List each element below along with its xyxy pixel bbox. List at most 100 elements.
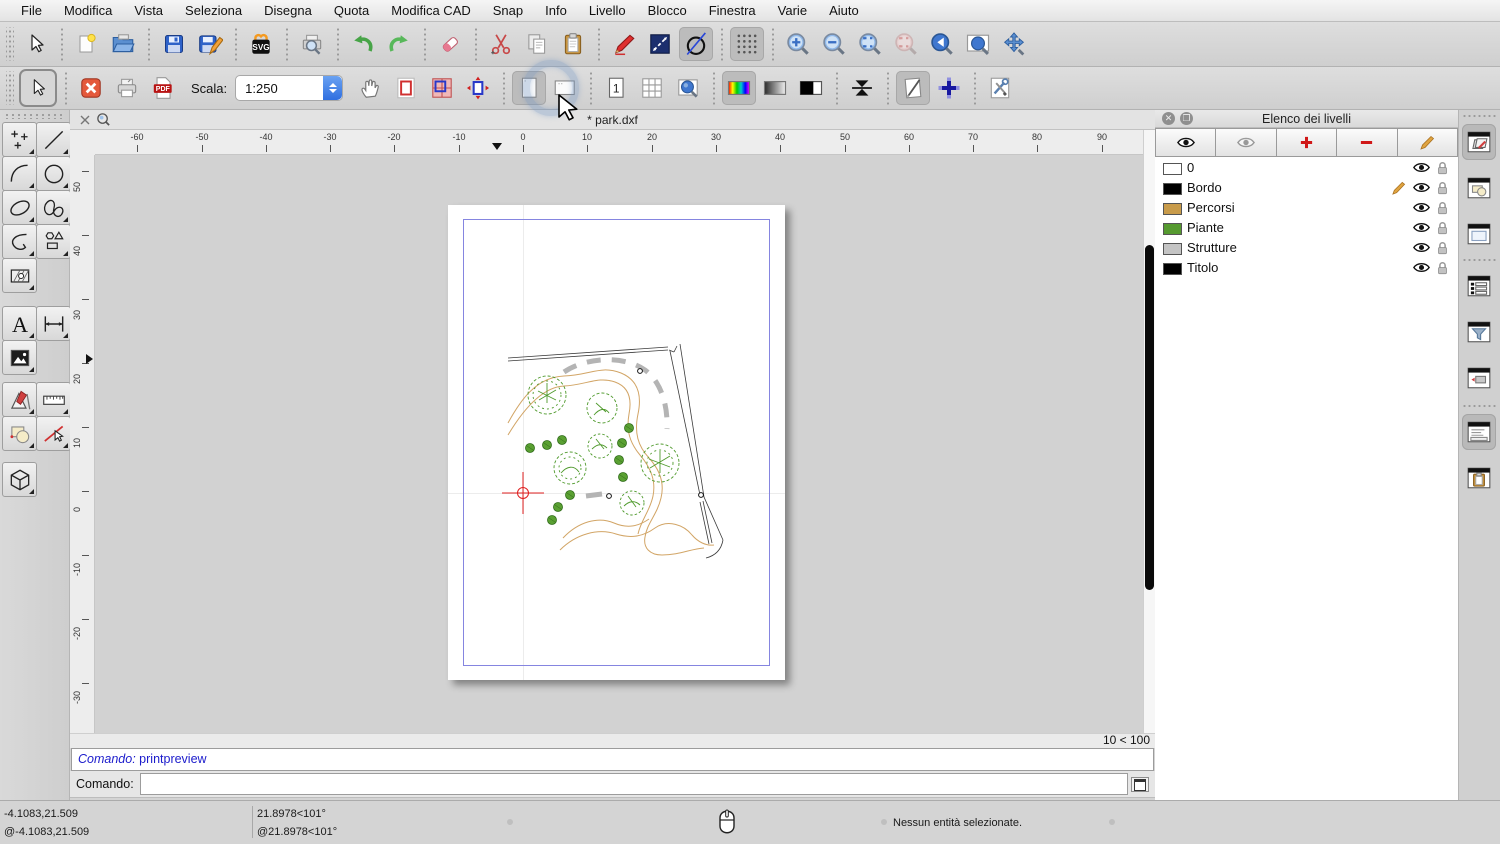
edit-layer-button[interactable]: [1398, 128, 1458, 157]
circle-tool-button[interactable]: [36, 156, 71, 191]
dock-command-line-button[interactable]: [1462, 414, 1496, 450]
arc-tool-button[interactable]: [2, 156, 37, 191]
eraser-button[interactable]: [433, 27, 467, 61]
stepper-icon[interactable]: [323, 76, 342, 100]
dock-block-panel-button[interactable]: [1462, 170, 1496, 206]
add-layer-button[interactable]: [1277, 128, 1337, 157]
scale-combobox[interactable]: 1:250: [235, 75, 343, 101]
export-pdf-button[interactable]: PDF: [146, 71, 180, 105]
undo-button[interactable]: [346, 27, 380, 61]
menu-snap[interactable]: Snap: [482, 3, 534, 18]
menu-seleziona[interactable]: Seleziona: [174, 3, 253, 18]
new-file-button[interactable]: [70, 27, 104, 61]
zoom-to-page-button[interactable]: [671, 71, 705, 105]
layer-visible-icon[interactable]: [1413, 221, 1430, 234]
layer-lock-icon[interactable]: [1436, 241, 1449, 255]
menu-aiuto[interactable]: Aiuto: [818, 3, 870, 18]
layer-row-strutture[interactable]: Strutture: [1155, 238, 1458, 258]
grayscale-button[interactable]: [758, 71, 792, 105]
polyline-tool-button[interactable]: [2, 224, 37, 259]
grid-toggle-button[interactable]: [730, 27, 764, 61]
zoom-out-button[interactable]: [817, 27, 851, 61]
multiple-pages-button[interactable]: [425, 71, 459, 105]
layer-lock-icon[interactable]: [1436, 161, 1449, 175]
menu-livello[interactable]: Livello: [578, 3, 637, 18]
point-tool-button[interactable]: [2, 122, 37, 157]
shapes-tool-button[interactable]: [36, 224, 71, 259]
print-preview-button[interactable]: [295, 27, 329, 61]
copy-button[interactable]: [520, 27, 554, 61]
spline-tool-button[interactable]: [36, 190, 71, 225]
zoom-selection-button[interactable]: [889, 27, 923, 61]
ellipse-tool-button[interactable]: [2, 190, 37, 225]
document-title[interactable]: * park.dxf: [70, 110, 1155, 130]
modify-tool-button[interactable]: [36, 416, 71, 451]
layer-lock-icon[interactable]: [1436, 201, 1449, 215]
crop-marks-button[interactable]: [845, 71, 879, 105]
layer-visible-icon[interactable]: [1413, 161, 1430, 174]
menu-file[interactable]: File: [10, 3, 53, 18]
layer-visible-icon[interactable]: [1413, 241, 1430, 254]
auto-fit-page-button[interactable]: [461, 71, 495, 105]
zoom-window-button[interactable]: [961, 27, 995, 61]
portrait-button[interactable]: [512, 71, 546, 105]
line-tool-button[interactable]: [36, 122, 71, 157]
dock-property-panel-button[interactable]: [1462, 268, 1496, 304]
ellipse-style-button[interactable]: [679, 27, 713, 61]
crosshair-button[interactable]: [932, 71, 966, 105]
layer-lock-icon[interactable]: [1436, 181, 1449, 195]
layer-visible-icon[interactable]: [1413, 181, 1430, 194]
pan-button[interactable]: [997, 27, 1031, 61]
line-style-button[interactable]: [643, 27, 677, 61]
page-borders-button[interactable]: [389, 71, 423, 105]
page-grid-button[interactable]: [635, 71, 669, 105]
drawing-sheet-button[interactable]: [896, 71, 930, 105]
menu-finestra[interactable]: Finestra: [698, 3, 767, 18]
preview-select-button[interactable]: [19, 69, 57, 107]
layer-row-bordo[interactable]: Bordo: [1155, 178, 1458, 198]
property-pencil-button[interactable]: [607, 27, 641, 61]
dock-library-browser-button[interactable]: [1462, 360, 1496, 396]
horizontal-scrollbar[interactable]: [70, 733, 1155, 748]
save-as-button[interactable]: [193, 27, 227, 61]
svg-export-button[interactable]: SVG: [244, 27, 278, 61]
menu-blocco[interactable]: Blocco: [637, 3, 698, 18]
hide-all-layers-button[interactable]: [1216, 128, 1276, 157]
save-button[interactable]: [157, 27, 191, 61]
menu-info[interactable]: Info: [534, 3, 578, 18]
block-tool-button[interactable]: [2, 416, 37, 451]
menu-modifica[interactable]: Modifica: [53, 3, 123, 18]
redo-button[interactable]: [382, 27, 416, 61]
viewport-3d-button[interactable]: [2, 462, 37, 497]
remove-layer-button[interactable]: [1337, 128, 1397, 157]
select-tool-button[interactable]: [19, 27, 53, 61]
paste-button[interactable]: [556, 27, 590, 61]
preview-pan-button[interactable]: [353, 71, 387, 105]
measure-tool-button[interactable]: [36, 382, 71, 417]
layer-row-piante[interactable]: Piante: [1155, 218, 1458, 238]
layer-row-percorsi[interactable]: Percorsi: [1155, 198, 1458, 218]
layer-row-titolo[interactable]: Titolo: [1155, 258, 1458, 278]
command-panel-toggle-button[interactable]: [1131, 777, 1149, 792]
text-tool-button[interactable]: A: [2, 306, 37, 341]
dock-layer-panel-button[interactable]: [1462, 124, 1496, 160]
command-input[interactable]: [140, 773, 1128, 795]
black-white-button[interactable]: [794, 71, 828, 105]
show-all-layers-button[interactable]: [1155, 128, 1216, 157]
menu-disegna[interactable]: Disegna: [253, 3, 323, 18]
dock-selection-filter-button[interactable]: [1462, 314, 1496, 350]
menu-quota[interactable]: Quota: [323, 3, 380, 18]
layer-lock-icon[interactable]: [1436, 221, 1449, 235]
single-page-button[interactable]: 1: [599, 71, 633, 105]
dock-view-panel-button[interactable]: [1462, 216, 1496, 252]
dock-clipboard-panel-button[interactable]: [1462, 460, 1496, 496]
drafting-tools-button[interactable]: [2, 382, 37, 417]
layer-visible-icon[interactable]: [1413, 201, 1430, 214]
layer-lock-icon[interactable]: [1436, 261, 1449, 275]
layer-visible-icon[interactable]: [1413, 261, 1430, 274]
menu-modifica-cad[interactable]: Modifica CAD: [380, 3, 481, 18]
preferences-button[interactable]: [983, 71, 1017, 105]
zoom-auto-button[interactable]: [853, 27, 887, 61]
menu-vista[interactable]: Vista: [123, 3, 174, 18]
vertical-scrollbar-thumb[interactable]: [1145, 245, 1154, 590]
